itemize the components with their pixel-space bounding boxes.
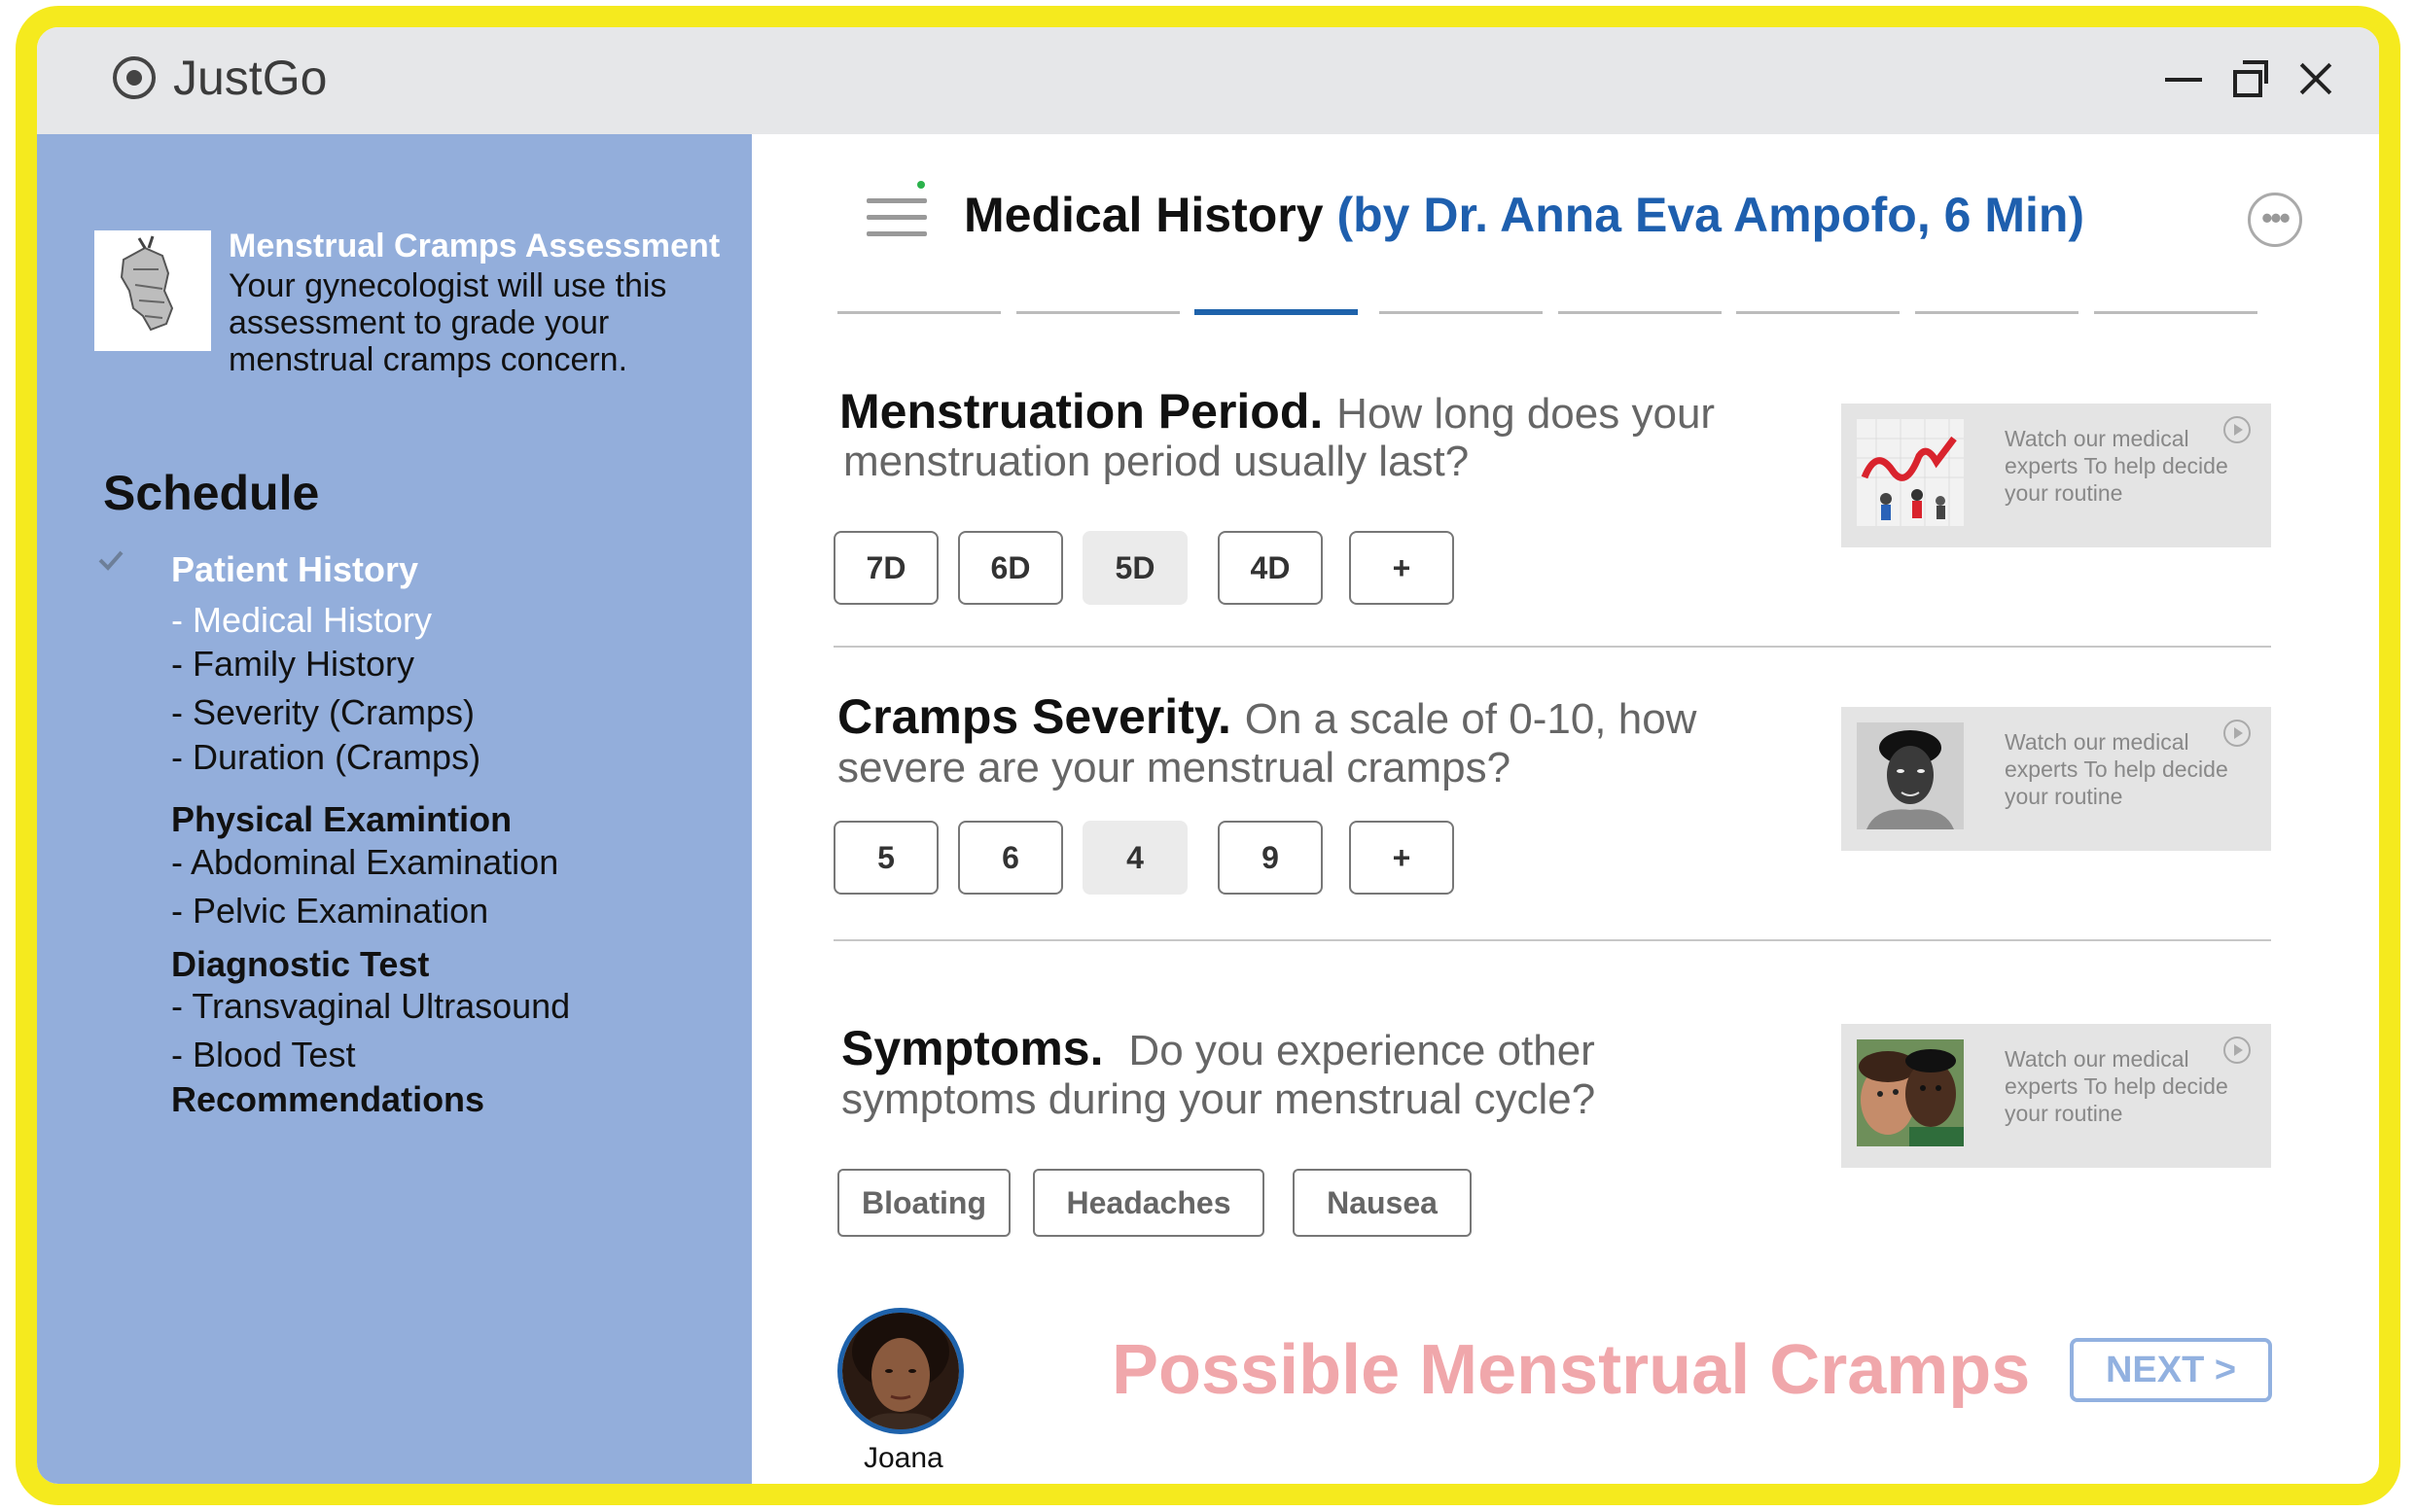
option-more[interactable]: +	[1349, 531, 1454, 605]
option-7d[interactable]: 7D	[834, 531, 939, 605]
course-thumbnail	[94, 230, 211, 351]
question-menstruation-period: Menstruation Period. How long does your	[839, 387, 1715, 439]
video-thumbnail	[1857, 419, 1964, 526]
close-icon[interactable]	[2292, 53, 2346, 107]
option-4d[interactable]: 4D	[1218, 531, 1323, 605]
symptom-headaches[interactable]: Headaches	[1033, 1169, 1264, 1237]
main-content: Medical History (by Dr. Anna Eva Ampofo,…	[752, 134, 2379, 1484]
expert-video-card[interactable]: Watch our medical experts To help decide…	[1841, 1024, 2271, 1168]
symptom-bloating[interactable]: Bloating	[837, 1169, 1011, 1237]
expert-video-card[interactable]: Watch our medical experts To help decide…	[1841, 707, 2271, 851]
schedule-item-abdominal-examination[interactable]: - Abdominal Examination	[171, 842, 558, 883]
page-title-author: (by Dr. Anna Eva Ampofo, 6 Min)	[1336, 188, 2085, 242]
check-icon	[98, 550, 124, 571]
question-cramps-severity: Cramps Severity. On a scale of 0-10, how	[837, 692, 1696, 744]
play-icon[interactable]	[2223, 416, 2251, 443]
question-prompt-line2: severe are your menstrual cramps?	[837, 744, 1511, 791]
question-title: Cramps Severity.	[837, 689, 1231, 744]
expert-video-card[interactable]: Watch our medical experts To help decide…	[1841, 404, 2271, 547]
option-9[interactable]: 9	[1218, 821, 1323, 895]
course-title: Menstrual Cramps Assessment	[229, 228, 721, 264]
video-caption: Watch our medical experts To help decide…	[2005, 426, 2228, 506]
justgo-logo-icon	[113, 56, 156, 99]
schedule-item-physical-examination[interactable]: Physical Examintion	[171, 799, 512, 840]
video-caption: Watch our medical experts To help decide…	[2005, 1046, 2228, 1126]
schedule-item-blood-test[interactable]: - Blood Test	[171, 1035, 355, 1075]
schedule-item-family-history[interactable]: - Family History	[171, 644, 414, 685]
course-description: Your gynecologist will use this assessme…	[229, 267, 667, 378]
progress-step	[2094, 311, 2257, 314]
patient-name: Joana	[864, 1442, 943, 1474]
next-button[interactable]: NEXT >	[2070, 1338, 2272, 1402]
video-thumbnail	[1857, 1039, 1964, 1146]
divider	[834, 646, 2271, 648]
progress-step	[1915, 311, 2078, 314]
question-prompt-line2: menstruation period usually last?	[843, 438, 1470, 485]
sidebar: Menstrual Cramps Assessment Your gynecol…	[37, 134, 752, 1484]
option-5[interactable]: 5	[834, 821, 939, 895]
restore-icon[interactable]	[2225, 53, 2280, 107]
divider	[834, 939, 2271, 941]
schedule-item-diagnostic-test[interactable]: Diagnostic Test	[171, 944, 429, 985]
option-6[interactable]: 6	[958, 821, 1063, 895]
question-title: Menstruation Period.	[839, 384, 1324, 439]
symptom-nausea[interactable]: Nausea	[1293, 1169, 1472, 1237]
schedule-item-recommendations[interactable]: Recommendations	[171, 1079, 484, 1120]
hamburger-menu-icon[interactable]	[867, 198, 927, 237]
question-prompt: How long does your	[1336, 390, 1716, 438]
page-title-main: Medical History	[964, 188, 1324, 242]
app-window: JustGo Menstrual Cramps Assessment Your …	[16, 6, 2400, 1505]
play-icon[interactable]	[2223, 1037, 2251, 1064]
video-caption: Watch our medical experts To help decide…	[2005, 729, 2228, 809]
schedule-item-transvaginal-ultrasound[interactable]: - Transvaginal Ultrasound	[171, 986, 570, 1027]
schedule-item-patient-history[interactable]: Patient History	[171, 549, 418, 590]
patient-avatar[interactable]	[837, 1308, 964, 1434]
progress-step	[1736, 311, 1900, 314]
option-6d[interactable]: 6D	[958, 531, 1063, 605]
notification-dot	[917, 181, 925, 189]
question-symptoms: Symptoms. Do you experience other	[841, 1024, 1595, 1075]
schedule-item-duration-cramps[interactable]: - Duration (Cramps)	[171, 737, 480, 778]
progress-step	[837, 311, 1001, 314]
progress-step	[1379, 311, 1543, 314]
question-prompt-line2: symptoms during your menstrual cycle?	[841, 1075, 1596, 1123]
page-title: Medical History (by Dr. Anna Eva Ampofo,…	[964, 187, 2084, 243]
question-prompt: On a scale of 0-10, how	[1244, 695, 1697, 743]
video-thumbnail	[1857, 722, 1964, 829]
title-bar: JustGo	[37, 27, 2379, 134]
progress-step-current	[1194, 309, 1358, 315]
assessment-result: Possible Menstrual Cramps	[1112, 1331, 2031, 1409]
schedule-item-pelvic-examination[interactable]: - Pelvic Examination	[171, 891, 488, 932]
more-options-icon[interactable]: •••	[2248, 193, 2302, 247]
option-more[interactable]: +	[1349, 821, 1454, 895]
app-title: JustGo	[173, 51, 328, 105]
schedule-heading: Schedule	[103, 466, 320, 520]
option-5d-selected[interactable]: 5D	[1083, 531, 1188, 605]
minimize-icon[interactable]	[2157, 53, 2212, 107]
progress-step	[1558, 311, 1722, 314]
schedule-item-medical-history[interactable]: - Medical History	[171, 600, 432, 641]
progress-step	[1016, 311, 1180, 314]
question-prompt: Do you experience other	[1128, 1027, 1595, 1074]
question-title: Symptoms.	[841, 1021, 1104, 1075]
schedule-item-severity-cramps[interactable]: - Severity (Cramps)	[171, 692, 475, 733]
option-4-selected[interactable]: 4	[1083, 821, 1188, 895]
play-icon[interactable]	[2223, 720, 2251, 747]
